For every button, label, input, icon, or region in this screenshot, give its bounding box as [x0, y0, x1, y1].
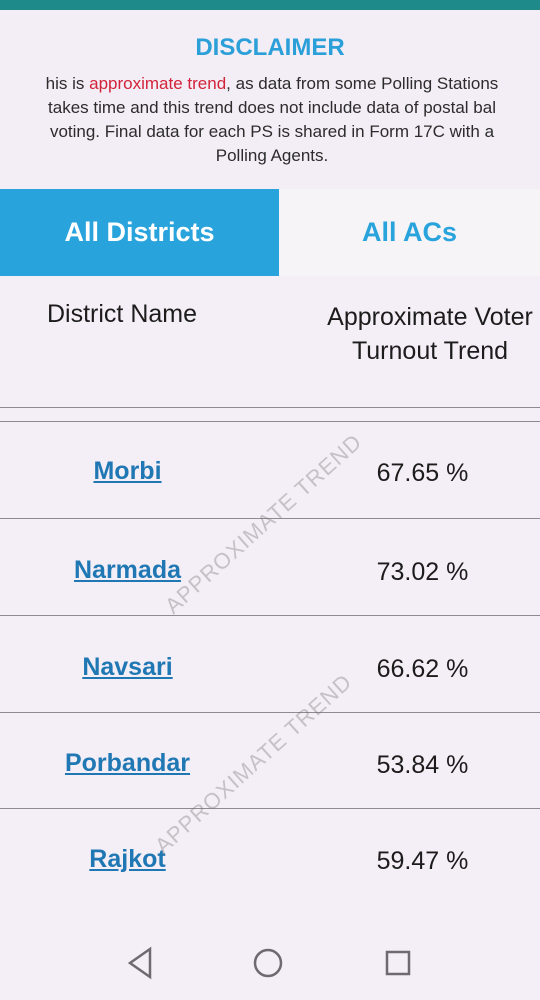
- table-header: District Name Approximate Voter Turnout …: [0, 276, 540, 411]
- disclaimer-title: DISCLAIMER: [195, 34, 345, 61]
- row-divider: [0, 615, 540, 616]
- column-header-turnout-line-1: Approximate Voter: [327, 303, 533, 331]
- turnout-value: 59.47 %: [376, 847, 469, 875]
- disclaimer-line-2: takes time and this trend does not inclu…: [48, 98, 496, 117]
- disclaimer-panel: DISCLAIMER his is approximate trend, as …: [0, 10, 540, 190]
- disclaimer-text: his is approximate trend, as data from s…: [0, 72, 540, 168]
- recents-square-icon[interactable]: [378, 943, 418, 983]
- android-nav-bar: [0, 915, 540, 1000]
- disclaimer-line-1-post: , as data from some Polling Stations: [226, 74, 499, 93]
- table-row: Navsari 66.62 %: [0, 617, 540, 713]
- phone-screen: DISCLAIMER his is approximate trend, as …: [0, 0, 540, 1000]
- table-row: Rajkot 59.47 %: [0, 809, 540, 905]
- turnout-value: 73.02 %: [376, 558, 469, 586]
- district-link-navsari[interactable]: Navsari: [0, 653, 255, 682]
- disclaimer-line-4: Polling Agents.: [215, 146, 329, 165]
- status-bar-strip: [0, 0, 540, 10]
- tab-all-acs[interactable]: All ACs: [279, 189, 540, 276]
- header-divider: [0, 407, 540, 408]
- disclaimer-highlight: approximate trend: [89, 74, 227, 93]
- column-header-turnout: Approximate Voter Turnout Trend: [300, 300, 540, 368]
- column-header-district: District Name: [47, 300, 198, 328]
- turnout-value: 53.84 %: [376, 751, 469, 779]
- column-header-turnout-line-2: Turnout Trend: [351, 337, 509, 365]
- home-circle-icon[interactable]: [248, 943, 288, 983]
- district-link-porbandar[interactable]: Porbandar: [0, 749, 255, 778]
- back-triangle-icon[interactable]: [122, 943, 162, 983]
- disclaimer-line-3: voting. Final data for each PS is shared…: [49, 122, 495, 141]
- district-link-morbi[interactable]: Morbi: [0, 457, 255, 486]
- tab-all-districts[interactable]: All Districts: [0, 189, 279, 276]
- district-link-rajkot[interactable]: Rajkot: [0, 845, 255, 874]
- disclaimer-line-1: his is approximate trend, as data from s…: [0, 72, 540, 96]
- disclaimer-line-1-pre: his is: [45, 74, 90, 93]
- tab-bar: All Districts All ACs: [0, 189, 540, 276]
